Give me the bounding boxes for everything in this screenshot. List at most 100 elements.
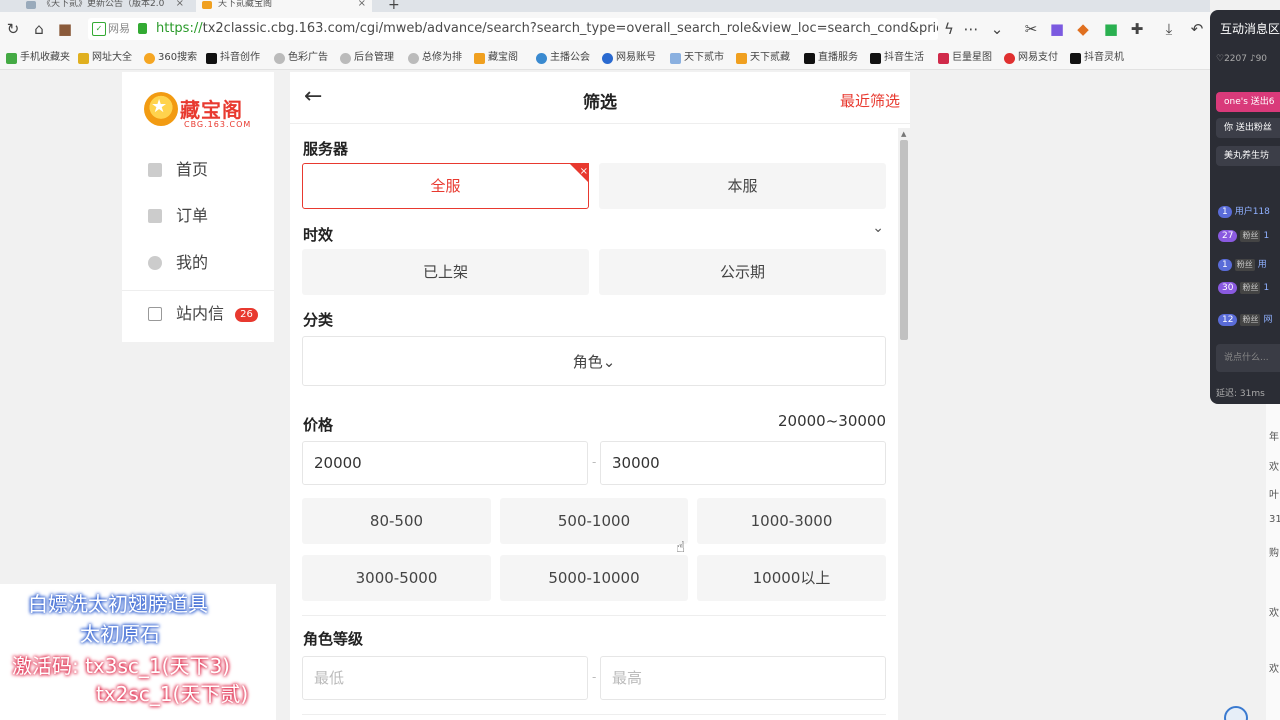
bookmark-item[interactable]: 总修为排 — [408, 50, 462, 66]
edge-text: 欢 — [1269, 462, 1279, 473]
gift-message: one's 送出6 — [1216, 92, 1280, 112]
chat-text: 网 — [1263, 315, 1273, 325]
chat-extension-icon[interactable]: ■ — [1102, 20, 1120, 38]
filter-panel: ← 筛选 最近筛选 服务器 全服 × 本服 时效 ⌄ 已上架 公示期 分类 角色… — [290, 72, 910, 720]
chat-text: 用 — [1257, 260, 1267, 270]
price-min-input[interactable]: 20000 — [302, 441, 588, 485]
sidebar-item-mine[interactable]: 我的 — [146, 253, 208, 273]
undo-icon[interactable]: ↶ — [1188, 20, 1206, 38]
browser-tab[interactable]: 《天下贰》更新公告（版本2.0 × — [20, 0, 190, 12]
bookmark-item[interactable]: 抖音创作 — [206, 50, 260, 66]
bookmark-item[interactable]: 直播服务 — [804, 50, 858, 66]
reload-icon[interactable]: ↻ — [4, 20, 22, 38]
bookmark-label: 主播公会 — [550, 52, 590, 63]
fan-tag: 粉丝 — [1240, 230, 1261, 242]
bookmark-item[interactable]: 后台管理 — [340, 50, 394, 66]
sidebar-item-home[interactable]: 首页 — [146, 160, 208, 180]
edge-text: 欢 — [1269, 664, 1279, 675]
scroll-up-icon[interactable]: ▲ — [901, 130, 906, 138]
validity-option-public[interactable]: 公示期 — [599, 249, 886, 295]
cbg-logo[interactable]: 藏宝阁 CBG.163.COM — [144, 90, 254, 134]
price-preset[interactable]: 3000-5000 — [302, 555, 491, 601]
bookmark-item[interactable]: 天下贰藏 — [736, 50, 790, 66]
bookmark-item[interactable]: 抖音生活 — [870, 50, 924, 66]
category-select[interactable]: 角色⌄ — [302, 336, 886, 386]
bookmark-label: 抖音创作 — [220, 52, 260, 63]
sidebar-item-orders[interactable]: 订单 — [146, 206, 208, 226]
browser-tab-strip: 《天下贰》更新公告（版本2.0 × 天下贰藏宝阁 × + — [0, 0, 1210, 12]
bookmark-item[interactable]: 手机收藏夹 — [6, 50, 70, 66]
price-preset[interactable]: 5000-10000 — [500, 555, 688, 601]
more-icon[interactable]: ⋯ — [962, 20, 980, 38]
level-max-input[interactable]: 最高 — [600, 656, 886, 700]
level-label: 角色等级 — [303, 630, 364, 648]
level-badge: 30 — [1218, 282, 1238, 294]
browser-tab-active[interactable]: 天下贰藏宝阁 × — [196, 0, 372, 12]
address-bar[interactable]: ✓ 网易 https://tx2classic.cbg.163.com/cgi/… — [88, 18, 938, 40]
site-badge-icon: ✓ — [92, 22, 106, 36]
address-url[interactable]: https://tx2classic.cbg.163.com/cgi/mweb/… — [156, 18, 938, 40]
price-preset[interactable]: 10000以上 — [697, 555, 886, 601]
scrollbar-thumb[interactable] — [900, 140, 908, 340]
bookmark-label: 天下贰市 — [684, 52, 724, 63]
order-icon — [148, 209, 162, 223]
sidebar-item-label: 站内信 — [176, 304, 225, 323]
validity-option-listed[interactable]: 已上架 — [302, 249, 589, 295]
download-icon[interactable]: ⤓ — [1160, 20, 1178, 38]
lightning-icon[interactable]: ϟ — [940, 20, 958, 38]
logo-subtitle: CBG.163.COM — [184, 120, 252, 129]
fan-tag: 粉丝 — [1234, 259, 1255, 271]
tab-close-icon[interactable]: × — [358, 0, 366, 9]
filter-header: ← 筛选 最近筛选 — [290, 72, 910, 124]
bookmark-item[interactable]: 色彩广告 — [274, 50, 328, 66]
tab-close-icon[interactable]: × — [176, 0, 184, 9]
bookmark-label: 抖音灵机 — [1084, 52, 1124, 63]
bookmark-item[interactable]: 巨量星图 — [938, 50, 992, 66]
price-preset[interactable]: 500-1000 — [500, 498, 688, 544]
chat-row: 12 粉丝网 — [1218, 312, 1272, 326]
edge-text: 叶 — [1269, 490, 1279, 501]
bookmark-item[interactable]: 藏宝阁 — [474, 50, 518, 66]
metamask-icon[interactable]: ◆ — [1074, 20, 1092, 38]
bookmark-item[interactable]: 天下贰市 — [670, 50, 724, 66]
chat-row: 1 粉丝用 — [1218, 257, 1267, 271]
bookmark-item[interactable]: 网易账号 — [602, 50, 656, 66]
edge-text: 年 — [1269, 432, 1279, 443]
level-badge: 1 — [1218, 259, 1232, 271]
clear-selection-icon[interactable]: × — [580, 166, 588, 178]
translate-icon[interactable]: ■ — [1048, 20, 1066, 38]
price-preset[interactable]: 80-500 — [302, 498, 491, 544]
chat-input[interactable]: 说点什么... — [1216, 344, 1280, 372]
bookmark-item[interactable]: 网易支付 — [1004, 50, 1058, 66]
bookmark-icon — [536, 53, 547, 64]
sidebar-item-messages[interactable]: 站内信 26 — [146, 304, 258, 324]
recent-filters-link[interactable]: 最近筛选 — [840, 90, 900, 111]
bookmark-item[interactable]: 主播公会 — [536, 50, 590, 66]
scrollbar[interactable]: ▲ — [898, 128, 910, 720]
chevron-down-icon[interactable]: ⌄ — [988, 20, 1006, 38]
sidebar-item-label: 首页 — [176, 160, 209, 179]
chat-row: 30 粉丝 1 — [1218, 282, 1269, 294]
level-min-input[interactable]: 最低 — [302, 656, 588, 700]
puzzle-icon[interactable]: ✚ — [1128, 20, 1146, 38]
gift-message: 美丸养生坊 — [1216, 146, 1280, 166]
bookmark-item[interactable]: 抖音灵机 — [1070, 50, 1124, 66]
chevron-down-icon[interactable]: ⌄ — [872, 220, 884, 236]
site-sidebar: 藏宝阁 CBG.163.COM 首页 订单 我的 站内信 26 — [122, 72, 274, 342]
bookmark-label: 网易账号 — [616, 52, 656, 63]
server-option-all[interactable]: 全服 × — [302, 163, 589, 209]
new-tab-button[interactable]: + — [388, 0, 400, 12]
latency-readout: 延迟: 31ms — [1216, 389, 1265, 399]
cut-icon[interactable]: ✂ — [1022, 20, 1040, 38]
bookmark-item[interactable]: 360搜索 — [144, 50, 197, 66]
price-preset[interactable]: 1000-3000 — [697, 498, 886, 544]
extension-icon[interactable]: ■ — [56, 20, 74, 38]
server-option-current[interactable]: 本服 — [599, 163, 886, 209]
price-range-summary: 20000~30000 — [777, 412, 886, 430]
bookmark-icon — [144, 53, 155, 64]
home-icon[interactable]: ⌂ — [30, 20, 48, 38]
bookmark-item[interactable]: 网址大全 — [78, 50, 132, 66]
bookmark-icon — [602, 53, 613, 64]
price-max-input[interactable]: 30000 — [600, 441, 886, 485]
floating-app-icon[interactable] — [1224, 706, 1248, 720]
